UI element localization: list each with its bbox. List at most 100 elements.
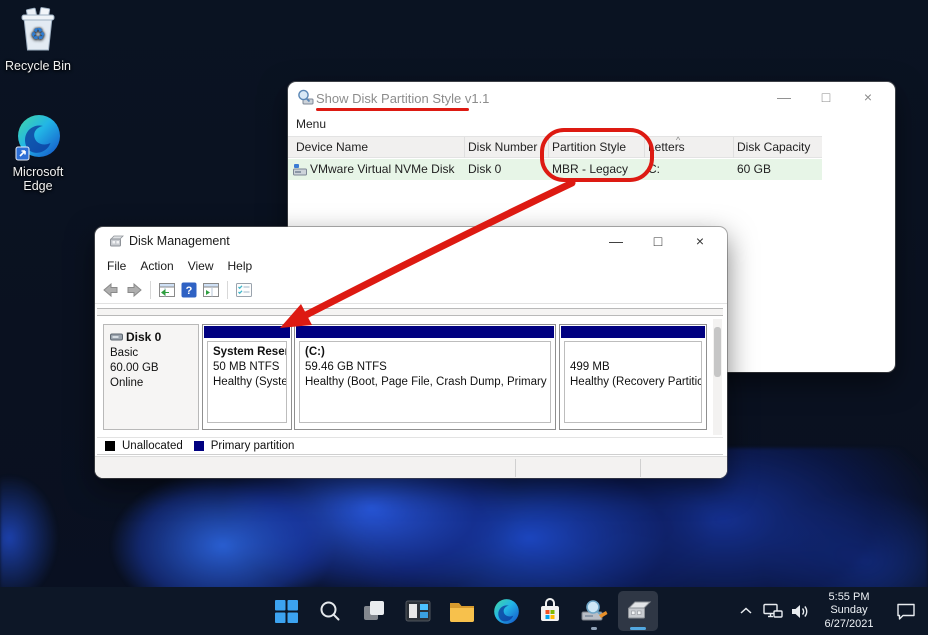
status-divider: [515, 459, 516, 477]
cell-disk-capacity: 60 GB: [737, 162, 771, 176]
partition-cell-c-drive[interactable]: (C:) 59.46 GB NTFS Healthy (Boot, Page F…: [294, 324, 556, 430]
collapsed-volume-pane[interactable]: [97, 308, 723, 316]
menu-bar: File Action View Help: [95, 255, 727, 277]
menu-item-file[interactable]: File: [100, 257, 133, 275]
search-button[interactable]: [310, 591, 350, 631]
search-icon: [318, 599, 342, 623]
clock-date: 6/27/2021: [814, 618, 884, 632]
disk-management-app-icon: [108, 234, 124, 249]
minimize-button[interactable]: —: [595, 227, 637, 255]
column-divider[interactable]: [733, 137, 734, 158]
disk-management-window: Disk Management — □ × File Action View H…: [95, 227, 727, 478]
forward-icon[interactable]: [125, 282, 143, 298]
widgets-button[interactable]: [398, 591, 438, 631]
tray-chevron-button[interactable]: [733, 604, 759, 618]
help-icon[interactable]: ?: [181, 282, 197, 298]
column-divider[interactable]: [464, 137, 465, 158]
partition-name: [570, 345, 696, 360]
status-bar: [95, 456, 727, 478]
speaker-icon: [790, 603, 810, 620]
disk-icon: [110, 333, 123, 342]
legend-label: Unallocated: [122, 440, 183, 452]
desktop-icon-label: Edge: [23, 179, 52, 193]
maximize-button[interactable]: □: [805, 82, 847, 112]
unallocated-swatch: [105, 441, 115, 451]
annotation-circle: [540, 128, 654, 182]
primary-partition-bar: [204, 326, 290, 338]
svg-text:♻: ♻: [30, 25, 45, 44]
maximize-button[interactable]: □: [637, 227, 679, 255]
partition-status: Healthy (Syster: [213, 375, 281, 390]
status-divider: [640, 459, 641, 477]
running-indicator: [591, 627, 597, 630]
file-explorer-button[interactable]: [442, 591, 482, 631]
partition-window-titlebar[interactable]: Show Disk Partition Style v1.1 — □ ×: [288, 82, 895, 114]
clock-day: Sunday: [814, 604, 884, 618]
partition-app-icon: [297, 89, 314, 106]
clock[interactable]: 5:55 PM Sunday 6/27/2021: [814, 591, 884, 632]
column-disk-number[interactable]: Disk Number: [468, 140, 537, 154]
menu-item-action[interactable]: Action: [133, 257, 180, 275]
disk0-panel[interactable]: Disk 0 Basic 60.00 GB Online: [103, 324, 199, 430]
desktop-icon-microsoft-edge[interactable]: Microsoft Edge: [0, 114, 76, 193]
partition-status: Healthy (Boot, Page File, Crash Dump, Pr…: [305, 375, 545, 390]
edge-button[interactable]: [486, 591, 526, 631]
cell-device-name: VMware Virtual NVMe Disk: [310, 162, 454, 176]
disk-type: Basic: [110, 346, 192, 361]
menu-item-view[interactable]: View: [181, 257, 221, 275]
widgets-icon: [404, 599, 432, 623]
desktop: ♻ Recycle Bin Microsoft Edge Show: [0, 0, 928, 635]
disk-size: 60.00 GB: [110, 361, 192, 376]
sort-ascending-icon[interactable]: ^: [676, 135, 680, 145]
chevron-up-icon: [738, 604, 754, 618]
action-pane-icon[interactable]: [202, 282, 220, 298]
edge-icon: [493, 598, 520, 625]
store-icon: [537, 598, 563, 624]
primary-partition-swatch: [194, 441, 204, 451]
partition-cell-system-reserved[interactable]: System Reser 50 MB NTFS Healthy (Syster: [202, 324, 292, 430]
desktop-icon-label: Recycle Bin: [5, 59, 71, 73]
disk-drive-icon: [293, 163, 307, 176]
network-icon: [763, 603, 783, 620]
legend-label: Primary partition: [211, 440, 295, 452]
volume-button[interactable]: [786, 603, 814, 620]
disk-management-button[interactable]: [618, 591, 658, 631]
desktop-icon-recycle-bin[interactable]: ♻ Recycle Bin: [0, 6, 76, 73]
column-disk-capacity[interactable]: Disk Capacity: [737, 140, 810, 154]
close-button[interactable]: ×: [847, 82, 889, 112]
partition-cell-recovery[interactable]: 499 MB Healthy (Recovery Partitic: [559, 324, 707, 430]
window-title: Disk Management: [129, 234, 230, 248]
scrollbar-thumb[interactable]: [714, 327, 721, 377]
store-button[interactable]: [530, 591, 570, 631]
edge-icon: [15, 114, 61, 162]
recycle-bin-icon: ♻: [15, 6, 61, 56]
close-button[interactable]: ×: [679, 227, 721, 255]
partition-name: (C:): [305, 345, 545, 360]
annotation-underline: [316, 108, 469, 111]
minimize-button[interactable]: —: [763, 82, 805, 112]
vertical-scrollbar[interactable]: [713, 319, 722, 435]
primary-partition-bar: [296, 326, 554, 338]
disk-management-titlebar[interactable]: Disk Management — □ ×: [95, 227, 727, 255]
primary-partition-bar: [561, 326, 705, 338]
toolbar-divider: [227, 281, 228, 299]
back-icon[interactable]: [102, 282, 120, 298]
partition-size: 499 MB: [570, 360, 696, 375]
partition-status: Healthy (Recovery Partitic: [570, 375, 696, 390]
menu-item-menu[interactable]: Menu: [296, 117, 326, 131]
column-device-name[interactable]: Device Name: [296, 140, 368, 154]
notification-button[interactable]: [884, 602, 928, 621]
start-button[interactable]: [266, 591, 306, 631]
properties-list-icon[interactable]: [235, 282, 253, 298]
network-button[interactable]: [759, 603, 786, 620]
show-console-tree-icon[interactable]: [158, 282, 176, 298]
menu-item-help[interactable]: Help: [221, 257, 260, 275]
disk-management-taskbar-icon: [623, 598, 653, 624]
partition-style-tool-button[interactable]: [574, 591, 614, 631]
partition-size: 59.46 GB NTFS: [305, 360, 545, 375]
task-view-button[interactable]: [354, 591, 394, 631]
desktop-icon-label: Microsoft: [13, 165, 64, 179]
active-indicator: [630, 627, 646, 630]
file-explorer-icon: [448, 599, 476, 623]
partition-style-tool-icon: [579, 598, 609, 624]
